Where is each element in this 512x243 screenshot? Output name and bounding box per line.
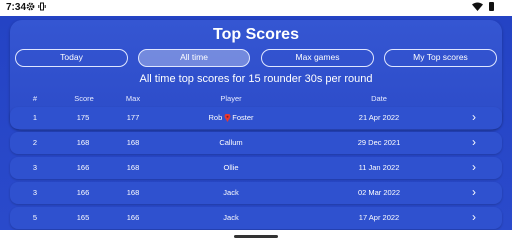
row-date: 02 Mar 2022 [357, 188, 401, 197]
score-row[interactable]: 3 166 168 Ollie 11 Jan 2022 › [10, 157, 502, 179]
home-indicator[interactable] [234, 235, 278, 238]
wifi-icon [472, 2, 483, 13]
column-header-rank: # [32, 94, 38, 103]
vibrate-icon [38, 2, 46, 13]
row-player: Jack [223, 188, 239, 197]
row-max: 168 [126, 163, 140, 172]
row-rank: 2 [32, 138, 38, 147]
row-max: 166 [126, 213, 140, 222]
row-rank: 5 [32, 213, 38, 222]
chevron-right-icon[interactable]: › [472, 185, 476, 199]
row-player: Rob Foster [208, 112, 254, 122]
row-player: Ollie [223, 163, 239, 172]
score-row[interactable]: 2 168 168 Callum 29 Dec 2021 › [10, 132, 502, 154]
column-header-player: Player [220, 94, 242, 103]
score-row[interactable]: 1 175 177 Rob Foster 21 Apr 2022 › [10, 107, 502, 129]
map-pin-icon [224, 112, 231, 122]
row-max: 168 [126, 138, 140, 147]
battery-icon [489, 2, 494, 13]
row-rank: 3 [32, 188, 38, 197]
app-content: Top Scores Today All time Max games My T… [0, 16, 512, 230]
row-score: 175 [76, 113, 90, 122]
row-date: 21 Apr 2022 [358, 113, 400, 122]
row-score: 166 [76, 188, 90, 197]
tab-today[interactable]: Today [15, 49, 128, 67]
status-time: 7:34 [6, 2, 27, 13]
row-score: 166 [76, 163, 90, 172]
player-last-name: Foster [232, 113, 254, 122]
row-date: 29 Dec 2021 [357, 138, 401, 147]
chevron-right-icon[interactable]: › [472, 210, 476, 224]
chevron-right-icon[interactable]: › [472, 160, 476, 174]
row-max: 168 [126, 188, 140, 197]
row-date: 17 Apr 2022 [358, 213, 400, 222]
page-title: Top Scores [213, 26, 299, 43]
scores-subtitle: All time top scores for 15 rounder 30s p… [139, 73, 373, 85]
row-player: Callum [219, 138, 243, 147]
row-max: 177 [126, 113, 140, 122]
row-rank: 3 [32, 163, 38, 172]
column-header-score: Score [74, 94, 94, 103]
row-score: 168 [76, 138, 90, 147]
row-score: 165 [76, 213, 90, 222]
tab-my-top-scores[interactable]: My Top scores [384, 49, 497, 67]
row-player: Jack [223, 213, 239, 222]
settings-gear-icon [26, 2, 35, 13]
row-date: 11 Jan 2022 [358, 163, 400, 172]
chevron-right-icon[interactable]: › [472, 135, 476, 149]
tab-max-games[interactable]: Max games [261, 49, 374, 67]
score-row[interactable]: 5 165 166 Jack 17 Apr 2022 › [10, 207, 502, 229]
score-row[interactable]: 3 166 168 Jack 02 Mar 2022 › [10, 182, 502, 204]
tab-all-time[interactable]: All time [138, 49, 250, 67]
column-header-date: Date [371, 94, 387, 103]
column-header-max: Max [125, 94, 141, 103]
row-rank: 1 [32, 113, 38, 122]
status-bar: 7:34 [0, 0, 512, 16]
player-first-name: Rob [208, 113, 223, 122]
chevron-right-icon[interactable]: › [472, 110, 476, 124]
navigation-bar [0, 230, 512, 243]
